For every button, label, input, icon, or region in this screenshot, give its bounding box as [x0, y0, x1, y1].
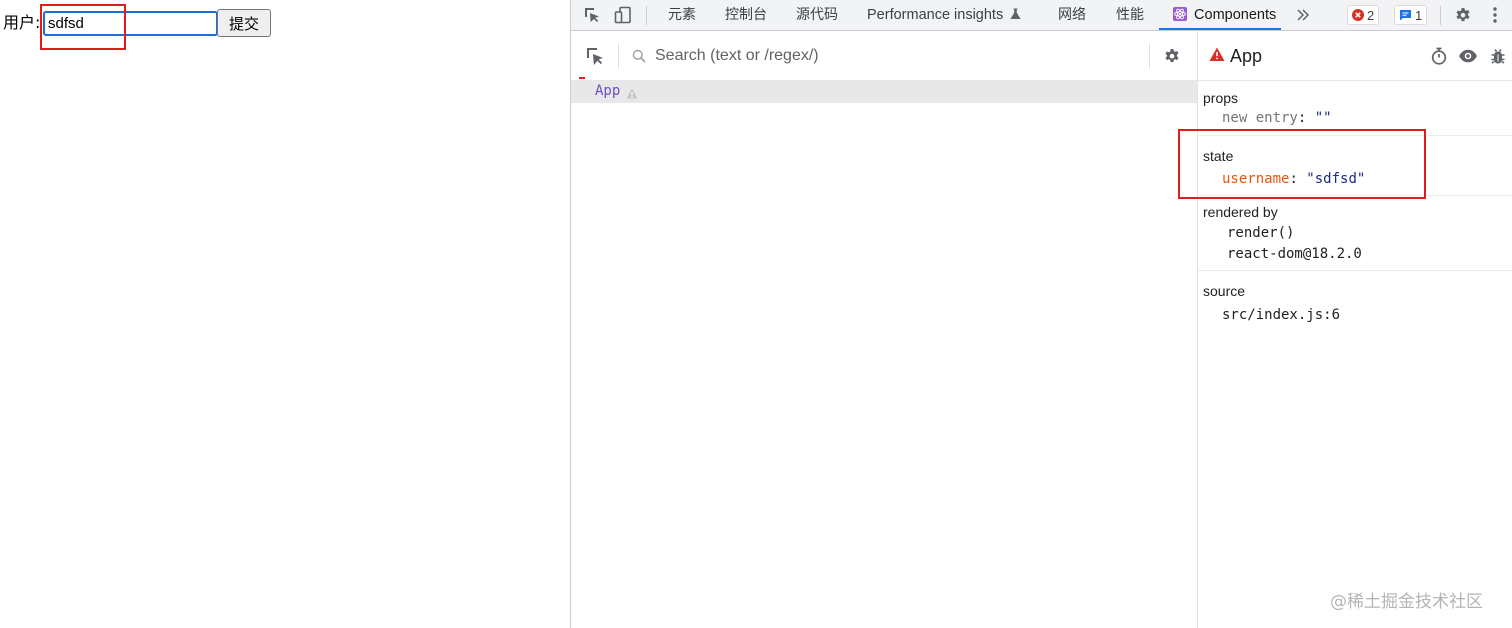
component-tree-pane: App [571, 31, 1197, 628]
tab-components-label: Components [1194, 7, 1277, 23]
rendered-by-item[interactable]: render() [1227, 225, 1294, 241]
tab-performance-insights[interactable]: Performance insights [867, 0, 1021, 30]
devtools-panel: 元素 控制台 源代码 Performance insights 网络 性能 Co… [570, 0, 1512, 628]
component-inspector: App props new entry: "" state username: … [1197, 31, 1512, 628]
component-search-input[interactable] [655, 44, 1135, 68]
message-count-badge[interactable]: 1 [1394, 5, 1428, 25]
state-username-value: "sdfsd" [1306, 171, 1366, 187]
error-triangle-icon [1209, 47, 1225, 67]
settings-gear-icon[interactable] [1163, 47, 1181, 70]
source-section: source src/index.js:6 [1198, 271, 1512, 331]
kebab-menu-icon[interactable] [1484, 4, 1506, 26]
props-section: props new entry: "" [1198, 81, 1512, 136]
inspect-element-icon[interactable] [581, 4, 603, 26]
state-section: state username: "sdfsd" [1198, 136, 1512, 196]
flask-icon [1010, 8, 1021, 19]
message-count: 1 [1415, 7, 1423, 23]
search-icon [632, 49, 646, 68]
tab-sources[interactable]: 源代码 [796, 0, 838, 30]
state-username-key: username [1222, 171, 1290, 187]
username-label: 用户: [3, 13, 41, 32]
tree-component-name: App [595, 83, 621, 99]
tab-performance-insights-label: Performance insights [867, 7, 1004, 23]
props-new-entry[interactable]: new entry: "" [1222, 110, 1332, 126]
active-tab-indicator [1159, 28, 1281, 30]
error-marker [579, 77, 585, 79]
device-toolbar-icon[interactable] [612, 4, 634, 26]
devtools-tabbar: 元素 控制台 源代码 Performance insights 网络 性能 Co… [571, 0, 1512, 31]
component-search-bar [571, 31, 1197, 81]
inspector-title: App [1230, 46, 1263, 66]
rendered-by-item[interactable]: react-dom@18.2.0 [1227, 246, 1362, 262]
tab-network[interactable]: 网络 [1058, 0, 1086, 30]
search-divider [618, 43, 619, 69]
rendered-by-heading: rendered by [1203, 204, 1278, 220]
tab-components[interactable]: Components [1173, 0, 1276, 30]
tree-row-app[interactable]: App [571, 81, 1197, 103]
error-icon [1352, 9, 1364, 21]
bug-icon[interactable] [1490, 47, 1506, 70]
props-heading: props [1203, 90, 1239, 106]
props-new-entry-key: new entry [1222, 110, 1298, 126]
eye-icon[interactable] [1458, 48, 1478, 69]
state-username[interactable]: username: "sdfsd" [1222, 171, 1365, 187]
source-location[interactable]: src/index.js:6 [1222, 307, 1340, 323]
state-heading: state [1203, 148, 1234, 164]
chevron-double-right-icon[interactable] [1292, 4, 1314, 26]
warning-icon [626, 86, 638, 104]
message-icon [1400, 10, 1411, 21]
inspector-header: App [1198, 31, 1512, 81]
toolbar-divider [646, 6, 647, 25]
watermark: @稀土掘金技术社区 [1330, 592, 1483, 612]
error-count-badge[interactable]: 2 [1347, 5, 1380, 25]
error-count: 2 [1367, 7, 1375, 23]
props-new-entry-value: "" [1314, 110, 1332, 126]
submit-button[interactable]: 提交 [217, 9, 271, 37]
username-input[interactable] [43, 11, 218, 36]
search-divider [1149, 43, 1150, 69]
tab-performance[interactable]: 性能 [1116, 0, 1144, 30]
page-viewport: 用户: 提交 [0, 0, 570, 628]
tab-elements[interactable]: 元素 [668, 0, 696, 30]
react-icon [1173, 7, 1187, 21]
username-form: 用户: [3, 9, 40, 37]
tab-console[interactable]: 控制台 [725, 0, 767, 30]
select-element-icon[interactable] [585, 46, 605, 71]
gear-icon[interactable] [1452, 4, 1474, 26]
rendered-by-section: rendered by render() react-dom@18.2.0 [1198, 196, 1512, 271]
toolbar-divider [1440, 6, 1441, 25]
source-heading: source [1203, 283, 1246, 299]
stopwatch-icon[interactable] [1430, 47, 1448, 70]
